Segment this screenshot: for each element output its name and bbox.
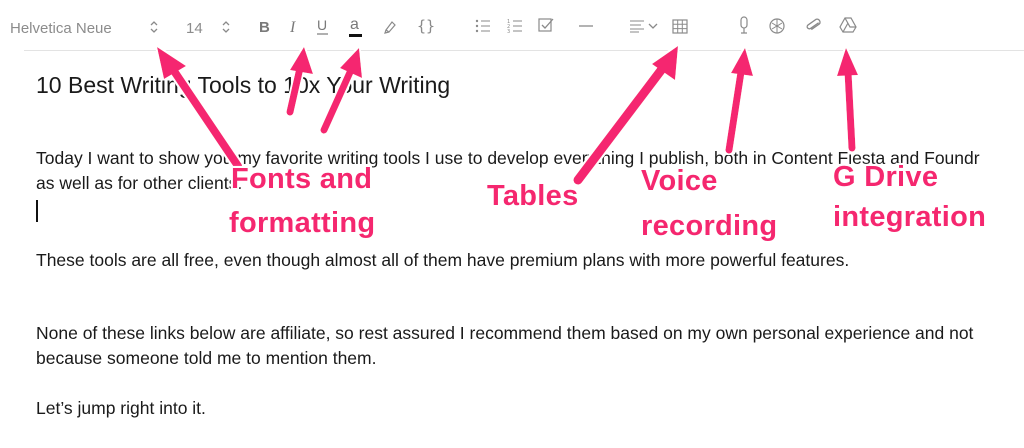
formatting-toolbar: Helvetica Neue 14 B I U a {} 123 bbox=[0, 0, 1024, 52]
bullet-list-icon[interactable] bbox=[475, 19, 491, 33]
google-drive-icon[interactable] bbox=[839, 17, 857, 34]
table-icon[interactable] bbox=[672, 19, 688, 34]
paragraph[interactable]: Let’s jump right into it. bbox=[36, 396, 996, 421]
italic-icon[interactable]: I bbox=[288, 17, 300, 37]
callout-fonts-line2: formatting bbox=[229, 207, 376, 239]
text-color-icon[interactable]: a bbox=[348, 14, 364, 40]
svg-text:B: B bbox=[259, 19, 270, 36]
bold-icon[interactable]: B bbox=[258, 17, 272, 37]
numbered-list-icon[interactable]: 123 bbox=[507, 18, 523, 34]
dropbox-icon[interactable] bbox=[768, 17, 786, 35]
paragraph[interactable]: None of these links below are affiliate,… bbox=[36, 321, 996, 371]
callout-fonts-line1: Fonts and bbox=[231, 163, 373, 195]
toolbar-divider bbox=[24, 50, 1024, 51]
font-size-select[interactable]: 14 bbox=[186, 20, 203, 37]
highlighter-icon[interactable] bbox=[383, 18, 399, 34]
underline-icon[interactable]: U bbox=[316, 16, 330, 38]
callout-drive-line2: integration bbox=[833, 201, 987, 233]
font-family-select[interactable]: Helvetica Neue bbox=[10, 20, 112, 37]
braces-icon[interactable]: {} bbox=[416, 15, 438, 37]
document-title[interactable]: 10 Best Writing Tools to 10x Your Writin… bbox=[36, 72, 450, 99]
svg-text:a: a bbox=[350, 16, 359, 33]
paperclip-icon[interactable] bbox=[805, 17, 823, 35]
svg-text:{}: {} bbox=[417, 17, 435, 35]
svg-text:I: I bbox=[289, 19, 296, 36]
callout-voice-line1: Voice bbox=[641, 165, 718, 197]
svg-text:3: 3 bbox=[507, 29, 510, 34]
horizontal-rule-icon[interactable] bbox=[578, 19, 594, 33]
callout-drive-line1: G Drive bbox=[833, 161, 939, 193]
callout-voice-line2: recording bbox=[641, 210, 778, 242]
text-caret bbox=[36, 200, 38, 222]
paragraph[interactable]: These tools are all free, even though al… bbox=[36, 248, 996, 273]
up-down-chevron-icon[interactable] bbox=[221, 19, 231, 35]
microphone-icon[interactable] bbox=[738, 16, 750, 36]
up-down-chevron-icon[interactable] bbox=[149, 19, 159, 35]
svg-text:U: U bbox=[317, 17, 327, 33]
callout-tables: Tables bbox=[487, 180, 579, 212]
checkbox-icon[interactable] bbox=[538, 17, 554, 33]
align-left-icon[interactable] bbox=[629, 19, 659, 33]
